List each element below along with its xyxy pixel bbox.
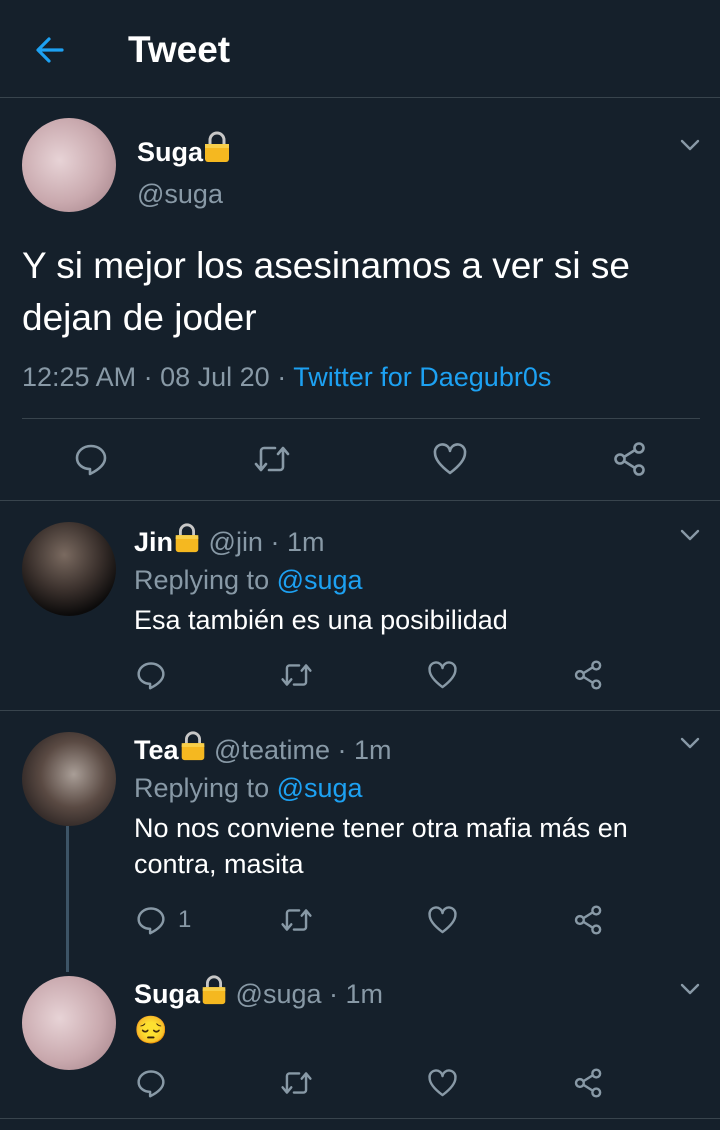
chevron-down-icon[interactable] bbox=[679, 134, 701, 156]
heart-icon bbox=[428, 661, 457, 689]
like-button[interactable] bbox=[427, 905, 458, 935]
back-button[interactable] bbox=[30, 30, 70, 70]
chevron-down-icon[interactable] bbox=[679, 732, 701, 754]
reply-header: Tea @teatime · 1m bbox=[134, 730, 392, 766]
share-button[interactable] bbox=[573, 905, 604, 935]
lock-icon bbox=[175, 523, 199, 553]
retweet-button[interactable] bbox=[280, 1068, 313, 1098]
lock-icon bbox=[181, 731, 204, 761]
retweet-icon bbox=[281, 664, 312, 686]
author-handle[interactable]: @teatime bbox=[214, 735, 330, 765]
tweet-meta: 12:25 AM · 08 Jul 20 · Twitter for Daegu… bbox=[22, 360, 551, 394]
replying-to: Replying to @suga bbox=[134, 564, 363, 596]
retweet-icon bbox=[281, 909, 312, 931]
divider bbox=[0, 500, 720, 501]
reply-time: 1m bbox=[354, 735, 392, 765]
reply-button[interactable] bbox=[136, 660, 178, 690]
reply-icon bbox=[137, 907, 165, 935]
retweet-button[interactable] bbox=[280, 660, 313, 690]
reply-header: Jin @jin · 1m bbox=[134, 522, 325, 558]
tweet-date: 08 Jul 20 bbox=[160, 362, 270, 392]
meta-separator: · bbox=[337, 735, 347, 765]
divider bbox=[0, 710, 720, 711]
retweet-icon bbox=[254, 446, 290, 472]
author-handle[interactable]: @suga bbox=[137, 177, 223, 211]
replying-to-label: Replying to bbox=[134, 565, 270, 595]
author-name[interactable]: Jin bbox=[134, 527, 173, 557]
replying-to: Replying to @suga bbox=[134, 772, 363, 804]
reply-header: Suga @suga · 1m bbox=[134, 974, 383, 1010]
like-button[interactable] bbox=[432, 442, 468, 476]
author-name[interactable]: Suga bbox=[137, 130, 231, 169]
lock-icon bbox=[205, 131, 230, 162]
arrow-left-icon bbox=[36, 37, 64, 63]
replying-to-label: Replying to bbox=[134, 773, 270, 803]
share-button[interactable] bbox=[573, 660, 604, 690]
avatar[interactable] bbox=[22, 732, 116, 826]
heart-icon bbox=[428, 906, 457, 934]
share-button[interactable] bbox=[612, 442, 648, 476]
reply-text: No nos conviene tener otra mafia más en … bbox=[134, 813, 628, 879]
replying-to-link[interactable]: @suga bbox=[277, 773, 363, 803]
retweet-button[interactable] bbox=[280, 905, 313, 935]
tweet-source-link[interactable]: Twitter for Daegubr0s bbox=[293, 362, 551, 392]
share-button[interactable] bbox=[573, 1068, 604, 1098]
reply-button[interactable] bbox=[136, 1068, 178, 1098]
reply-text: Esa también es una posibilidad bbox=[134, 605, 508, 635]
replying-to-link[interactable]: @suga bbox=[277, 565, 363, 595]
avatar[interactable] bbox=[22, 118, 116, 212]
reply-count: 1 bbox=[178, 906, 192, 933]
reply-icon bbox=[137, 662, 165, 690]
heart-icon bbox=[428, 1069, 457, 1097]
reply-icon bbox=[75, 444, 107, 476]
share-icon bbox=[574, 905, 602, 935]
share-icon bbox=[614, 442, 645, 476]
chevron-down-icon[interactable] bbox=[679, 524, 701, 546]
author-name-text: Suga bbox=[137, 137, 204, 167]
lock-icon bbox=[202, 975, 226, 1005]
page-title: Tweet bbox=[128, 29, 231, 70]
share-icon bbox=[574, 1068, 602, 1098]
meta-separator: · bbox=[329, 979, 339, 1009]
top-bar: Tweet bbox=[0, 0, 720, 98]
reply-time: 1m bbox=[345, 979, 384, 1009]
author-handle[interactable]: @suga bbox=[236, 979, 322, 1009]
meta-separator: · bbox=[143, 362, 153, 392]
tweet-text: Y si mejor los asesinamos a ver si se de… bbox=[22, 245, 630, 338]
meta-separator: · bbox=[270, 527, 280, 557]
share-icon bbox=[574, 660, 602, 690]
avatar[interactable] bbox=[22, 522, 116, 616]
author-name[interactable]: Suga bbox=[134, 979, 200, 1009]
avatar[interactable] bbox=[22, 976, 116, 1070]
reply-text: 😔 bbox=[134, 1015, 168, 1045]
like-button[interactable] bbox=[427, 1068, 458, 1098]
author-name[interactable]: Tea bbox=[134, 735, 179, 765]
reply-button[interactable]: 1 bbox=[136, 905, 191, 935]
tweet-time: 12:25 AM bbox=[22, 362, 137, 392]
retweet-button[interactable] bbox=[253, 442, 291, 476]
heart-icon bbox=[433, 443, 467, 475]
like-button[interactable] bbox=[427, 660, 458, 690]
retweet-icon bbox=[281, 1072, 312, 1094]
thread-line bbox=[66, 826, 69, 972]
divider bbox=[0, 1118, 720, 1119]
chevron-down-icon[interactable] bbox=[679, 978, 701, 1000]
divider bbox=[22, 418, 700, 419]
reply-icon bbox=[137, 1070, 165, 1098]
reply-time: 1m bbox=[286, 527, 325, 557]
reply-button[interactable] bbox=[74, 442, 108, 476]
author-handle[interactable]: @jin bbox=[209, 527, 263, 557]
meta-separator: · bbox=[277, 362, 287, 392]
